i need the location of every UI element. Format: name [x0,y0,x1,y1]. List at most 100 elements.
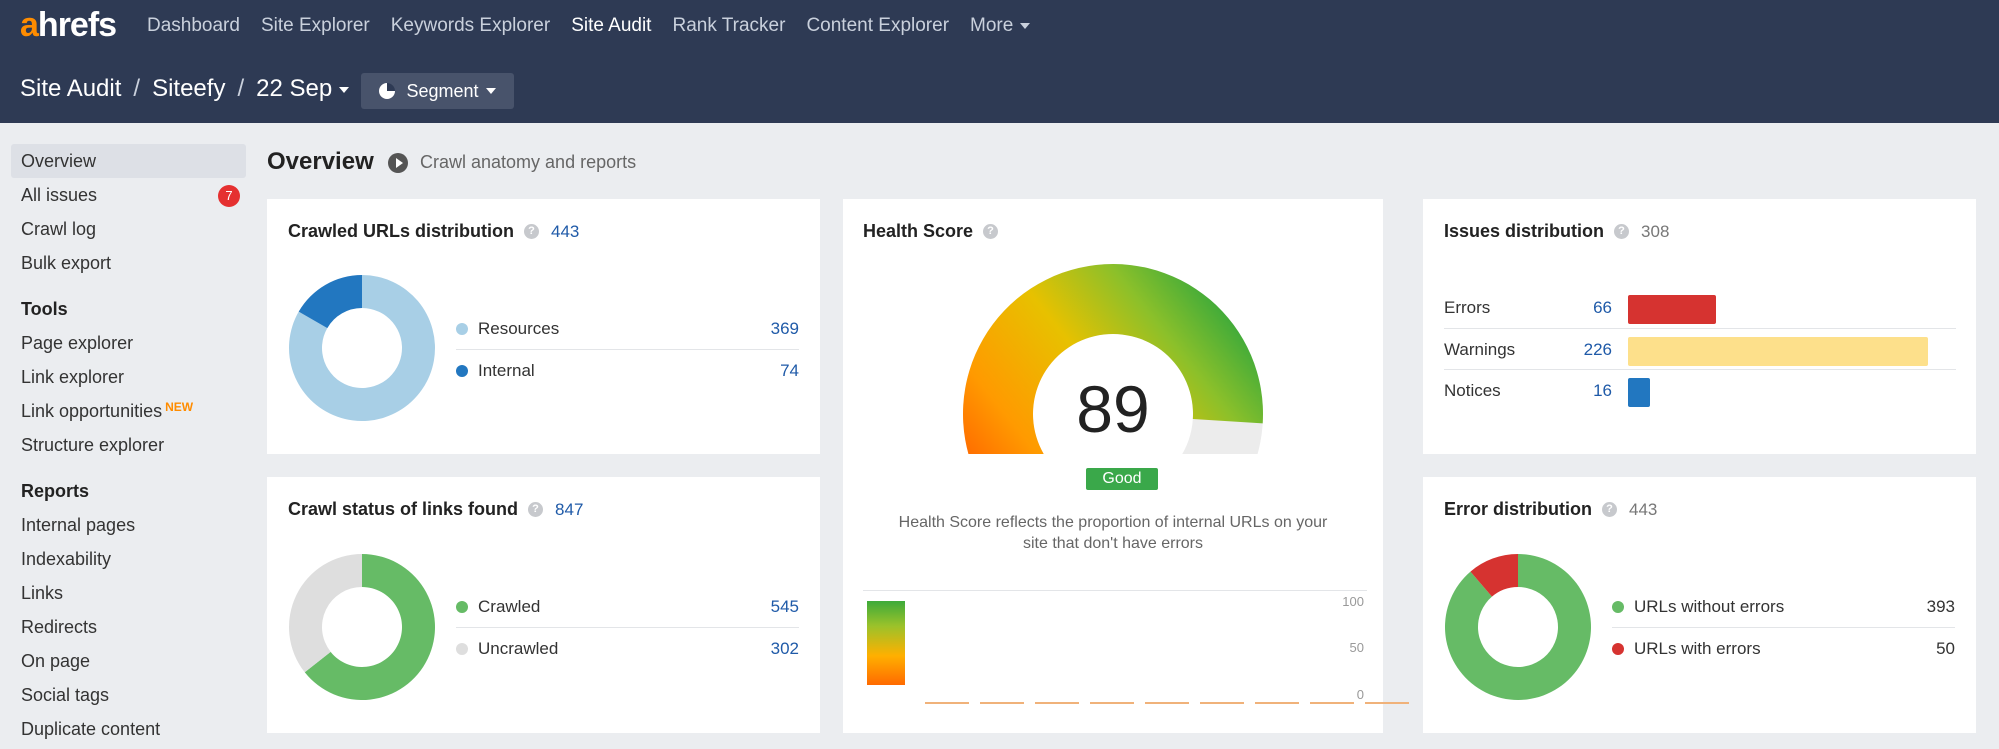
top-bar: ahrefs Dashboard Site Explorer Keywords … [0,0,1999,123]
issue-count[interactable]: 226 [1564,340,1612,360]
issue-bar[interactable] [1628,378,1650,407]
crawled-urls-card: Crawled URLs distribution ? 443 Resource… [267,199,820,454]
legend-item-urls-without-errors[interactable]: URLs without errors 393 [1612,587,1955,627]
history-placeholder-bar [980,702,1024,704]
issue-bar[interactable] [1628,295,1716,324]
sidebar-item-internal-pages[interactable]: Internal pages [11,508,246,542]
issue-count[interactable]: 16 [1564,381,1612,401]
breadcrumb-separator: / [133,75,141,102]
help-icon[interactable]: ? [1614,224,1630,239]
crawl-anatomy-label: Crawl anatomy and reports [420,152,637,172]
legend-dot [456,643,468,655]
sidebar-item-overview[interactable]: Overview [11,144,246,178]
sidebar-item-structure-explorer[interactable]: Structure explorer [11,428,246,462]
issue-row-errors[interactable]: Errors 66 [1444,287,1956,327]
history-placeholder-bar [1145,702,1189,704]
sidebar-item-label: On page [21,651,91,671]
card-total: 308 [1641,221,1670,241]
sidebar-item-link-opportunities[interactable]: Link opportunities NEW [11,394,246,428]
sidebar-item-indexability[interactable]: Indexability [11,542,246,576]
card-total[interactable]: 847 [555,500,583,520]
sidebar-item-all-issues[interactable]: All issues 7 [11,178,246,212]
legend-label: URLs with errors [1634,639,1761,658]
sidebar-item-duplicate-content[interactable]: Duplicate content [11,712,246,746]
crawl-anatomy-link[interactable]: Crawl anatomy and reports [388,152,636,173]
health-score-value: 89 [1076,372,1150,446]
axis-tick: 50 [1349,640,1364,655]
history-bar[interactable] [867,601,905,685]
divider [456,627,799,628]
legend-item-resources[interactable]: Resources 369 [456,309,799,349]
crawled-urls-donut [289,275,435,421]
legend-item-urls-with-errors[interactable]: URLs with errors 50 [1612,629,1955,669]
legend-item-internal[interactable]: Internal 74 [456,351,799,391]
breadcrumb: Site Audit / Siteefy / 22 Sep [20,75,350,103]
sidebar-heading-reports: Reports [21,481,90,501]
history-top-gridline [863,590,1367,591]
sidebar-item-links[interactable]: Links [11,576,246,610]
legend-label: Uncrawled [478,639,559,658]
history-placeholder-bar [1090,702,1134,704]
sidebar-item-label: Duplicate content [21,719,161,739]
card-title-text: Crawl status of links found [288,499,519,519]
legend-value[interactable]: 302 [771,639,799,659]
legend-value[interactable]: 50 [1936,639,1955,659]
nav-rank-tracker[interactable]: Rank Tracker [672,14,785,38]
legend-value[interactable]: 369 [771,319,799,339]
card-title: Crawl status of links found ? 847 [288,499,583,520]
health-status-badge: Good [1086,468,1158,490]
legend-item-uncrawled[interactable]: Uncrawled 302 [456,629,799,669]
issue-row-notices[interactable]: Notices 16 [1444,370,1956,410]
sidebar-item-crawl-log[interactable]: Crawl log [11,212,246,246]
breadcrumb-project[interactable]: Siteefy [152,75,225,103]
nav-site-audit[interactable]: Site Audit [571,14,651,38]
nav-keywords-explorer[interactable]: Keywords Explorer [391,14,550,38]
legend-value[interactable]: 393 [1927,597,1955,617]
ahrefs-logo[interactable]: ahrefs [20,6,117,45]
nav-content-explorer[interactable]: Content Explorer [806,14,949,38]
card-title: Crawled URLs distribution ? 443 [288,221,579,242]
sidebar-item-label: Redirects [21,617,98,637]
crawl-date-dropdown[interactable]: 22 Sep [256,75,350,103]
sidebar-item-label: Page explorer [21,333,134,353]
issue-row-warnings[interactable]: Warnings 226 [1444,329,1956,369]
card-total[interactable]: 443 [551,222,579,242]
segment-label: Segment [406,80,479,101]
health-description-line: Health Score reflects the proportion of … [898,514,1328,531]
chevron-down-icon [485,88,496,94]
sidebar-item-redirects[interactable]: Redirects [11,610,246,644]
sidebar-item-link-explorer[interactable]: Link explorer [11,360,246,394]
history-placeholder-bar [1365,702,1409,704]
sidebar-item-bulk-export[interactable]: Bulk export [11,246,246,280]
issue-bar[interactable] [1628,337,1928,366]
pie-chart-icon [379,83,396,99]
help-icon[interactable]: ? [524,224,540,239]
sidebar-item-on-page[interactable]: On page [11,644,246,678]
breadcrumb-separator: / [237,75,245,102]
error-distribution-donut [1445,554,1591,700]
nav-site-explorer[interactable]: Site Explorer [261,14,370,38]
sidebar-item-page-explorer[interactable]: Page explorer [11,326,246,360]
help-icon[interactable]: ? [528,502,544,517]
breadcrumb-site-audit[interactable]: Site Audit [20,75,121,103]
legend-value[interactable]: 74 [780,361,799,381]
sidebar-item-label: Bulk export [21,253,112,273]
health-description: Health Score reflects the proportion of … [843,512,1383,554]
help-icon[interactable]: ? [983,224,999,239]
sidebar-item-social-tags[interactable]: Social tags [11,678,246,712]
donut-slice[interactable] [289,554,362,673]
legend-item-crawled[interactable]: Crawled 545 [456,587,799,627]
help-icon[interactable]: ? [1602,502,1617,517]
nav-more[interactable]: More [970,14,1031,38]
issue-label: Notices [1444,381,1501,400]
card-total: 443 [1629,499,1658,519]
nav-dashboard[interactable]: Dashboard [147,14,240,38]
legend-dot [1612,643,1624,655]
card-title: Error distribution ? 443 [1444,499,1657,520]
issue-count[interactable]: 66 [1564,298,1612,318]
segment-button[interactable]: Segment [361,73,514,109]
history-placeholder-bar [1035,702,1079,704]
issue-label: Warnings [1444,340,1516,359]
legend-value[interactable]: 545 [771,597,799,617]
divider [1612,627,1955,628]
